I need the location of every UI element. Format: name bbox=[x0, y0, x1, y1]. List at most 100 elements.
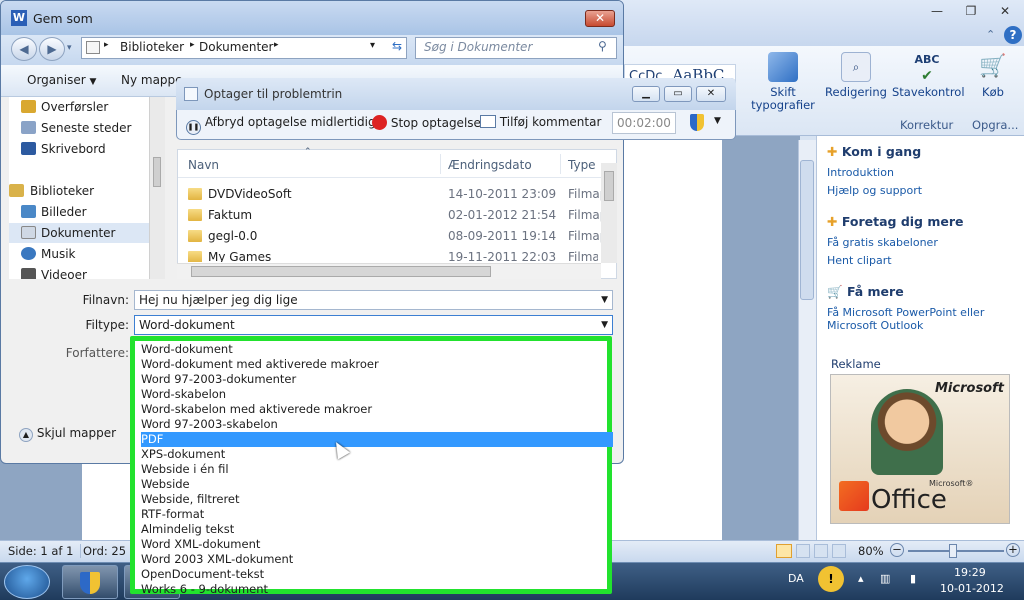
start-button[interactable] bbox=[4, 565, 50, 599]
tray-arrow-icon[interactable]: ▴ bbox=[858, 572, 864, 585]
file-row[interactable]: gegl-0.0 08-09-2011 19:14 Filmap bbox=[178, 226, 607, 247]
address-dropdown-icon[interactable]: ▾ bbox=[370, 40, 375, 51]
status-page[interactable]: Side: 1 af 1 bbox=[8, 544, 73, 558]
search-icon[interactable]: ⚲ bbox=[598, 39, 607, 53]
link-introduction[interactable]: Introduktion bbox=[827, 166, 894, 179]
filename-input[interactable]: Hej nu hjælper jeg dig lige ▼ bbox=[134, 290, 613, 310]
chevron-down-icon[interactable]: ▼ bbox=[601, 291, 608, 309]
search-box[interactable]: Søg i Dokumenter ⚲ bbox=[415, 37, 617, 59]
breadcrumb-documents[interactable]: Dokumenter bbox=[199, 40, 273, 54]
link-clipart[interactable]: Hent clipart bbox=[827, 254, 892, 267]
pause-recording-button[interactable]: ❚❚ Afbryd optagelse midlertidigt bbox=[186, 115, 380, 135]
filetype-option[interactable]: Word-skabelon med aktiverede makroer bbox=[141, 402, 613, 417]
view-fullscreen-icon[interactable] bbox=[796, 544, 810, 558]
filetype-option[interactable]: Word 97-2003-dokumenter bbox=[141, 372, 613, 387]
filetype-option[interactable]: Word 97-2003-skabelon bbox=[141, 417, 613, 432]
column-type[interactable]: Type bbox=[568, 158, 596, 172]
nav-videos[interactable]: Videoer bbox=[9, 265, 157, 279]
nav-libraries[interactable]: Biblioteker bbox=[1, 181, 137, 201]
filetype-option[interactable]: RTF-format bbox=[141, 507, 613, 522]
spelling-button[interactable]: ABC ✔ Stavekontrol bbox=[892, 52, 965, 99]
file-row[interactable]: Faktum 02-01-2012 21:54 Filmap bbox=[178, 205, 607, 226]
file-list-hscrollbar[interactable] bbox=[177, 263, 601, 279]
filetype-option[interactable]: Webside bbox=[141, 477, 613, 492]
warning-icon[interactable]: ! bbox=[818, 566, 844, 592]
taskbar-shield-app[interactable] bbox=[62, 565, 118, 599]
change-styles-button[interactable]: Skift typografier bbox=[748, 52, 818, 112]
nav-recent[interactable]: Seneste steder bbox=[9, 118, 157, 138]
restore-icon[interactable]: ❐ bbox=[960, 4, 982, 20]
zoom-level[interactable]: 80% bbox=[858, 544, 884, 558]
buy-button[interactable]: 🛒 Køb bbox=[966, 52, 1020, 99]
recorder-menu-icon[interactable]: ▼ bbox=[714, 116, 721, 126]
view-print-layout-icon[interactable] bbox=[776, 544, 792, 558]
editing-button[interactable]: ⌕ Redigering bbox=[824, 52, 888, 99]
clock-time[interactable]: 19:29 bbox=[954, 566, 986, 579]
filetype-option[interactable]: Almindelig tekst bbox=[141, 522, 613, 537]
recorder-restore-icon[interactable]: ▭ bbox=[664, 86, 692, 102]
close-icon[interactable]: ✕ bbox=[994, 4, 1016, 20]
chevron-down-icon[interactable]: ▼ bbox=[601, 316, 608, 334]
network-icon[interactable]: ▥ bbox=[880, 572, 890, 585]
link-help-support[interactable]: Hjælp og support bbox=[827, 184, 922, 197]
history-dropdown-icon[interactable]: ▾ bbox=[67, 43, 72, 53]
hide-folders-button[interactable]: ▲ Skjul mapper bbox=[19, 426, 116, 442]
filetype-option[interactable]: Word-dokument bbox=[141, 342, 613, 357]
zoom-slider-thumb[interactable] bbox=[949, 544, 957, 558]
status-words[interactable]: Ord: 25 bbox=[80, 544, 126, 558]
help-icon[interactable]: ? bbox=[1004, 26, 1022, 44]
file-row[interactable]: DVDVideoSoft 14-10-2011 23:09 Filmap bbox=[178, 184, 607, 205]
nav-documents[interactable]: Dokumenter bbox=[9, 223, 157, 243]
view-outline-icon[interactable] bbox=[832, 544, 846, 558]
nav-music[interactable]: Musik bbox=[9, 244, 157, 264]
forward-button[interactable]: ▶ bbox=[39, 37, 65, 61]
column-name[interactable]: Navn bbox=[188, 158, 219, 172]
link-outlook[interactable]: Microsoft Outlook bbox=[827, 319, 923, 332]
filetype-option[interactable]: Word 2003 XML-dokument bbox=[141, 552, 613, 567]
link-free-templates[interactable]: Få gratis skabeloner bbox=[827, 236, 938, 249]
back-button[interactable]: ◀ bbox=[11, 37, 37, 61]
language-indicator[interactable]: DA bbox=[788, 572, 804, 585]
zoom-out-icon[interactable]: − bbox=[890, 543, 904, 557]
view-web-icon[interactable] bbox=[814, 544, 828, 558]
filetype-select[interactable]: Word-dokument ▼ bbox=[134, 315, 613, 335]
navigation-scroll-thumb[interactable] bbox=[153, 157, 161, 187]
filetype-option[interactable]: XPS-dokument bbox=[141, 447, 613, 462]
recorder-close-icon[interactable]: ✕ bbox=[696, 86, 726, 102]
address-box[interactable]: ▸ Biblioteker ▸ Dokumenter ▸ ▾ bbox=[81, 37, 407, 59]
filetype-option[interactable]: Word XML-dokument bbox=[141, 537, 613, 552]
nav-pictures[interactable]: Billeder bbox=[9, 202, 157, 222]
filetype-option[interactable]: OpenDocument-tekst bbox=[141, 567, 613, 582]
shield-icon[interactable] bbox=[690, 114, 704, 131]
filetype-option[interactable]: Webside i én fil bbox=[141, 462, 613, 477]
filetype-option[interactable]: Works 6 - 9-dokument bbox=[141, 582, 613, 597]
new-folder-button[interactable]: Ny mappe bbox=[121, 73, 183, 87]
file-row[interactable]: My Games 19-11-2011 22:03 Filmap bbox=[178, 247, 598, 262]
navigation-scrollbar[interactable] bbox=[149, 97, 165, 279]
nav-desktop[interactable]: Skrivebord bbox=[9, 139, 157, 159]
minimize-icon[interactable]: — bbox=[926, 4, 948, 20]
link-powerpoint[interactable]: Få Microsoft PowerPoint eller bbox=[827, 306, 984, 319]
filetype-option[interactable]: PDF bbox=[141, 432, 613, 447]
add-comment-button[interactable]: Tilføj kommentar bbox=[480, 115, 601, 129]
zoom-in-icon[interactable]: + bbox=[1006, 543, 1020, 557]
file-list-hscroll-thumb[interactable] bbox=[191, 266, 491, 277]
file-list-vscrollbar[interactable] bbox=[601, 163, 617, 263]
stop-recording-button[interactable]: Stop optagelse bbox=[372, 115, 481, 130]
dialog-close-button[interactable]: ✕ bbox=[585, 10, 615, 27]
file-list-vscroll-thumb[interactable] bbox=[604, 171, 614, 201]
filetype-option[interactable]: Word-dokument med aktiverede makroer bbox=[141, 357, 613, 372]
battery-icon[interactable]: ▮ bbox=[910, 572, 916, 585]
filetype-option[interactable]: Word-skabelon bbox=[141, 387, 613, 402]
breadcrumb-libraries[interactable]: Biblioteker bbox=[120, 40, 184, 54]
recorder-minimize-icon[interactable]: ▁ bbox=[632, 86, 660, 102]
refresh-icon[interactable]: ⇆ bbox=[387, 39, 407, 57]
organize-button[interactable]: Organiser ▼ bbox=[27, 73, 96, 87]
clock-date[interactable]: 10-01-2012 bbox=[940, 582, 1004, 595]
office-advert[interactable]: Microsoft Microsoft® Office bbox=[830, 374, 1010, 524]
ribbon-collapse-icon[interactable]: ⌃ bbox=[986, 28, 1002, 42]
column-date[interactable]: Ændringsdato bbox=[448, 158, 532, 172]
filetype-option[interactable]: Webside, filtreret bbox=[141, 492, 613, 507]
nav-downloads[interactable]: Overførsler bbox=[9, 97, 157, 117]
document-scroll-thumb[interactable] bbox=[800, 160, 814, 300]
